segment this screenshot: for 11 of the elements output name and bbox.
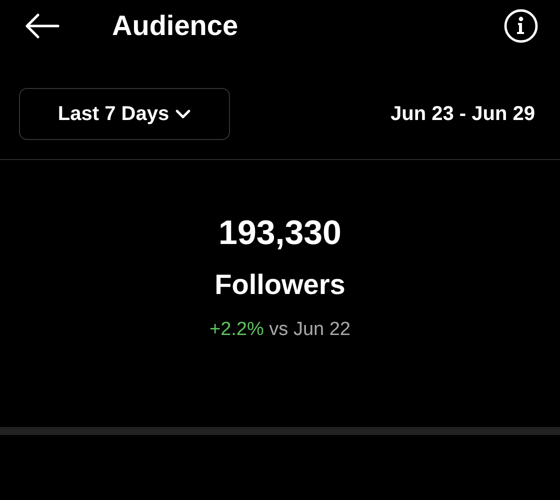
followers-label: Followers: [214, 269, 346, 301]
follower-count: 193,330: [218, 214, 342, 253]
back-button[interactable]: [24, 13, 60, 39]
date-range-text: Jun 23 - Jun 29: [390, 102, 535, 126]
chevron-down-icon: [175, 109, 192, 119]
change-text: +2.2% vs Jun 22: [209, 319, 350, 341]
info-button[interactable]: [504, 9, 538, 43]
info-icon: [504, 9, 538, 43]
back-arrow-icon: [24, 13, 60, 39]
date-range-dropdown[interactable]: Last 7 Days: [19, 88, 230, 140]
page-title: Audience: [112, 10, 240, 42]
